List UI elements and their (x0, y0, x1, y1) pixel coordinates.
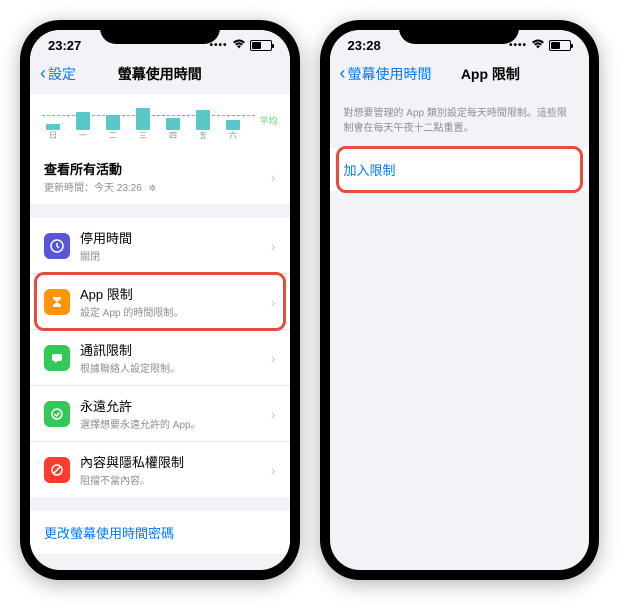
view-activity-row[interactable]: 查看所有活動 更新時間：今天 23:26 ✲ › (30, 149, 290, 204)
status-time: 23:28 (348, 38, 381, 53)
chart-labels: 日 一 二 三 四 五 六 (42, 130, 255, 141)
row-sub: 根據聯絡人設定限制。 (80, 360, 271, 375)
add-limit-section: 加入限制 (330, 148, 590, 191)
wifi-icon (232, 39, 246, 52)
row-sub: 設定 App 的時間限制。 (80, 304, 271, 319)
content-privacy-row[interactable]: 內容與隱私權限制 阻擋不當內容。 › (30, 442, 290, 497)
content-scroll[interactable]: 日 一 二 三 四 五 六 平均 查看所有活動 (30, 94, 290, 564)
screen-left: 23:27 •••• ‹ 設定 螢幕使用時間 (30, 30, 290, 570)
wifi-icon (531, 39, 545, 52)
back-button[interactable]: ‹ 螢幕使用時間 (340, 63, 432, 84)
screen-right: 23:28 •••• ‹ 螢幕使用時間 App 限制 對想要管理的 App 類別… (330, 30, 590, 570)
block-icon (44, 457, 70, 483)
back-label: 設定 (48, 64, 76, 84)
add-limit-link[interactable]: 加入限制 (330, 148, 590, 191)
bar (46, 124, 60, 130)
nav-bar: ‹ 螢幕使用時間 App 限制 (330, 57, 590, 94)
limits-section: 停用時間 關閉 › App 限制 設定 App 的時間限制。 › (30, 218, 290, 497)
description-text: 對想要管理的 App 類別設定每天時間限制。這些限制會在每天午夜十二點重置。 (330, 94, 590, 148)
bar (76, 112, 90, 130)
passcode-section: 更改螢幕使用時間密碼 (30, 511, 290, 554)
bar (106, 115, 120, 130)
nav-bar: ‹ 設定 螢幕使用時間 (30, 57, 290, 94)
chevron-right-icon: › (271, 169, 276, 185)
status-right: •••• (209, 39, 271, 52)
phone-right: 23:28 •••• ‹ 螢幕使用時間 App 限制 對想要管理的 App 類別… (320, 20, 600, 580)
loading-spinner-icon: ✲ (149, 183, 157, 194)
chevron-right-icon: › (271, 406, 276, 422)
row-sub: 阻擋不當內容。 (80, 472, 271, 487)
battery-icon (549, 40, 571, 51)
activity-updated: 更新時間：今天 23:26 ✲ (44, 179, 271, 194)
row-title: 內容與隱私權限制 (80, 452, 271, 471)
status-time: 23:27 (48, 38, 81, 53)
battery-icon (250, 40, 272, 51)
downtime-row[interactable]: 停用時間 關閉 › (30, 218, 290, 274)
notch (399, 20, 519, 44)
usage-chart[interactable]: 日 一 二 三 四 五 六 平均 (30, 94, 290, 149)
chevron-right-icon: › (271, 294, 276, 310)
chevron-left-icon: ‹ (340, 63, 346, 84)
always-allow-row[interactable]: 永遠允許 選擇想要永遠允許的 App。 › (30, 386, 290, 442)
row-title: 通訊限制 (80, 340, 271, 359)
change-passcode-link[interactable]: 更改螢幕使用時間密碼 (30, 511, 290, 554)
bar (226, 120, 240, 130)
row-title: App 限制 (80, 284, 271, 303)
row-sub: 選擇想要永遠允許的 App。 (80, 416, 271, 431)
hourglass-icon (44, 289, 70, 315)
app-limits-row[interactable]: App 限制 設定 App 的時間限制。 › (30, 274, 290, 330)
chevron-right-icon: › (271, 462, 276, 478)
bar (196, 110, 210, 130)
row-title: 永遠允許 (80, 396, 271, 415)
cellular-dots-icon: •••• (209, 40, 227, 51)
back-label: 螢幕使用時間 (348, 64, 432, 84)
row-title: 停用時間 (80, 228, 271, 247)
content-scroll[interactable]: 對想要管理的 App 類別設定每天時間限制。這些限制會在每天午夜十二點重置。 加… (330, 94, 590, 564)
clock-icon (44, 233, 70, 259)
check-icon (44, 401, 70, 427)
status-right: •••• (509, 39, 571, 52)
avg-label: 平均 (259, 114, 277, 127)
phone-left: 23:27 •••• ‹ 設定 螢幕使用時間 (20, 20, 300, 580)
bar (136, 108, 150, 130)
page-title: App 限制 (461, 64, 520, 84)
chevron-left-icon: ‹ (40, 63, 46, 84)
notch (100, 20, 220, 44)
communication-row[interactable]: 通訊限制 根據聯絡人設定限制。 › (30, 330, 290, 386)
chevron-right-icon: › (271, 238, 276, 254)
activity-title: 查看所有活動 (44, 159, 271, 178)
back-button[interactable]: ‹ 設定 (40, 63, 76, 84)
bar (166, 118, 180, 130)
chart-section: 日 一 二 三 四 五 六 平均 查看所有活動 (30, 94, 290, 204)
chart-bars (42, 100, 255, 130)
cellular-dots-icon: •••• (509, 40, 527, 51)
chevron-right-icon: › (271, 350, 276, 366)
chat-icon (44, 345, 70, 371)
row-sub: 關閉 (80, 248, 271, 263)
page-title: 螢幕使用時間 (118, 64, 202, 84)
